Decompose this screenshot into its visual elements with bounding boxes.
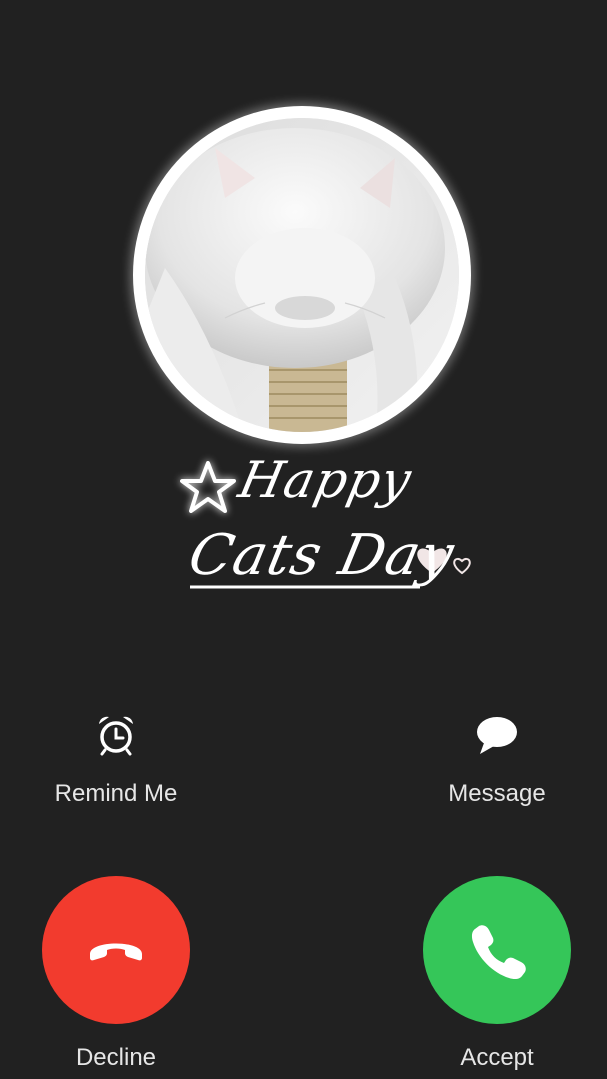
small-heart-icon <box>453 557 471 575</box>
star-icon <box>180 461 236 513</box>
accept-label: Accept <box>460 1044 534 1071</box>
hang-up-icon <box>90 943 142 961</box>
remind-me-button[interactable]: Remind Me <box>16 712 216 808</box>
accept-circle[interactable] <box>423 876 571 1024</box>
phone-icon <box>471 925 526 980</box>
caller-name: Happy Cats Day <box>170 445 490 605</box>
cat-illustration <box>145 118 459 432</box>
decline-button[interactable]: Decline <box>16 876 216 1072</box>
message-label: Message <box>448 780 546 807</box>
caller-avatar <box>133 106 471 444</box>
remind-me-label: Remind Me <box>54 780 178 807</box>
caller-name-line2: Cats Day <box>183 523 461 588</box>
incoming-call-screen: Happy Cats Day Remind Me Message Decline <box>0 0 607 1079</box>
cat-photo <box>145 118 459 432</box>
speech-bubble-icon <box>477 717 517 754</box>
message-button[interactable]: Message <box>397 712 597 808</box>
decline-circle[interactable] <box>42 876 190 1024</box>
decline-label: Decline <box>75 1044 157 1071</box>
accept-button[interactable]: Accept <box>397 876 597 1072</box>
alarm-clock-icon <box>99 716 133 756</box>
caller-name-line1: Happy <box>233 451 417 509</box>
